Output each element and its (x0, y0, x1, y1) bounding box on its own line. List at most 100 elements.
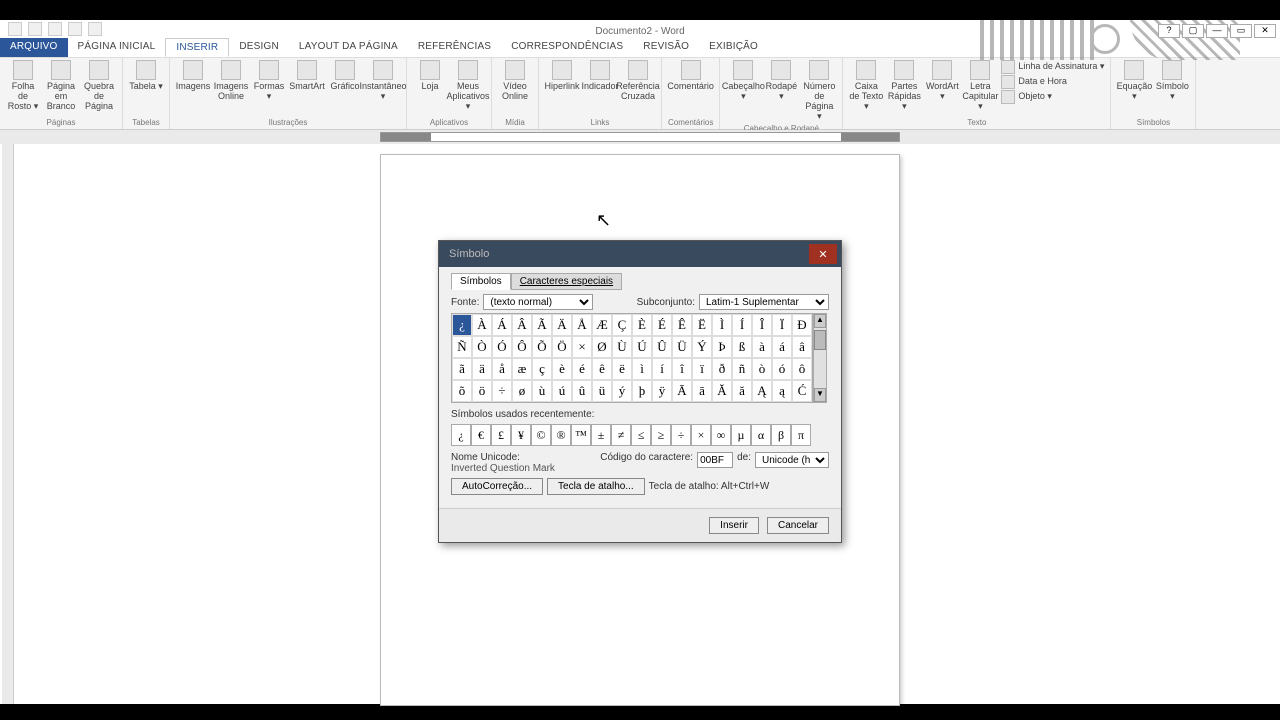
ribbon-button[interactable]: Meus Aplicativos ▾ (451, 60, 485, 112)
character-cell[interactable]: ß (732, 336, 752, 358)
ribbon-button[interactable]: Rodapé ▾ (764, 60, 798, 102)
tab-insert[interactable]: INSERIR (165, 38, 229, 57)
ribbon-button[interactable]: Instantâneo ▾ (366, 60, 400, 102)
character-cell[interactable]: Ć (792, 380, 812, 402)
recent-symbol[interactable]: ¥ (511, 424, 531, 446)
ribbon-button[interactable]: Referência Cruzada (621, 60, 655, 102)
recent-symbol[interactable]: ÷ (671, 424, 691, 446)
shortcut-key-button[interactable]: Tecla de atalho... (547, 478, 645, 495)
character-cell[interactable]: Ù (612, 336, 632, 358)
character-cell[interactable]: ÿ (652, 380, 672, 402)
qat-more-icon[interactable] (88, 22, 102, 36)
dialog-titlebar[interactable]: Símbolo ✕ (439, 241, 841, 267)
character-cell[interactable]: ó (772, 358, 792, 380)
ribbon-button[interactable]: Linha de Assinatura ▾ (1001, 60, 1104, 74)
recent-symbol[interactable]: µ (731, 424, 751, 446)
help-button[interactable]: ? (1158, 24, 1180, 38)
minimize-button[interactable]: — (1206, 24, 1228, 38)
ribbon-button[interactable]: SmartArt (290, 60, 324, 92)
ribbon-button[interactable]: Data e Hora (1001, 75, 1104, 89)
ribbon-button[interactable]: WordArt ▾ (925, 60, 959, 102)
character-cell[interactable]: þ (632, 380, 652, 402)
ribbon-options-button[interactable]: ▢ (1182, 24, 1204, 38)
character-cell[interactable]: õ (452, 380, 472, 402)
recent-symbol[interactable]: © (531, 424, 551, 446)
tab-home[interactable]: PÁGINA INICIAL (68, 38, 166, 57)
character-cell[interactable]: Ý (692, 336, 712, 358)
ribbon-button[interactable]: Vídeo Online (498, 60, 532, 102)
character-code-input[interactable] (697, 452, 733, 468)
character-cell[interactable]: å (492, 358, 512, 380)
character-cell[interactable]: ¿ (452, 314, 472, 336)
tab-view[interactable]: EXIBIÇÃO (699, 38, 768, 57)
scroll-down-icon[interactable]: ▼ (814, 388, 826, 402)
character-cell[interactable]: ù (532, 380, 552, 402)
character-cell[interactable]: ü (592, 380, 612, 402)
tab-symbols[interactable]: Símbolos (451, 273, 511, 290)
save-icon[interactable] (28, 22, 42, 36)
ribbon-button[interactable]: Caixa de Texto ▾ (849, 60, 883, 112)
autocorrect-button[interactable]: AutoCorreção... (451, 478, 543, 495)
tab-design[interactable]: DESIGN (229, 38, 289, 57)
character-cell[interactable]: Á (492, 314, 512, 336)
ribbon-button[interactable]: Loja (413, 60, 447, 92)
character-cell[interactable]: × (572, 336, 592, 358)
character-cell[interactable]: Ă (712, 380, 732, 402)
scroll-up-icon[interactable]: ▲ (814, 314, 826, 328)
recent-symbol[interactable]: × (691, 424, 711, 446)
ribbon-button[interactable]: Tabela ▾ (129, 60, 163, 92)
character-cell[interactable]: ø (512, 380, 532, 402)
character-cell[interactable]: Í (732, 314, 752, 336)
character-cell[interactable]: À (472, 314, 492, 336)
character-cell[interactable]: È (632, 314, 652, 336)
character-cell[interactable]: ò (752, 358, 772, 380)
insert-button[interactable]: Inserir (709, 517, 759, 534)
cancel-button[interactable]: Cancelar (767, 517, 829, 534)
character-cell[interactable]: ï (692, 358, 712, 380)
ribbon-button[interactable]: Comentário (674, 60, 708, 92)
recent-symbol[interactable]: ® (551, 424, 571, 446)
character-cell[interactable]: ô (792, 358, 812, 380)
character-cell[interactable]: Ê (672, 314, 692, 336)
ribbon-button[interactable]: Página em Branco (44, 60, 78, 112)
character-cell[interactable]: ð (712, 358, 732, 380)
close-icon[interactable]: ✕ (809, 244, 837, 264)
character-cell[interactable]: Î (752, 314, 772, 336)
redo-icon[interactable] (68, 22, 82, 36)
recent-symbol[interactable]: ™ (571, 424, 591, 446)
word-icon[interactable] (8, 22, 22, 36)
character-cell[interactable]: Ã (532, 314, 552, 336)
character-cell[interactable]: Ü (672, 336, 692, 358)
recent-symbol[interactable]: ≥ (651, 424, 671, 446)
character-cell[interactable]: Ó (492, 336, 512, 358)
character-cell[interactable]: Ç (612, 314, 632, 336)
character-cell[interactable]: ÷ (492, 380, 512, 402)
tab-review[interactable]: REVISÃO (633, 38, 699, 57)
character-cell[interactable]: ë (612, 358, 632, 380)
recent-symbol[interactable]: ± (591, 424, 611, 446)
ribbon-button[interactable]: Hiperlink (545, 60, 579, 92)
character-cell[interactable]: Ï (772, 314, 792, 336)
character-cell[interactable]: Þ (712, 336, 732, 358)
character-cell[interactable]: í (652, 358, 672, 380)
tab-special-characters[interactable]: Caracteres especiais (511, 273, 622, 290)
recent-symbol[interactable]: β (771, 424, 791, 446)
character-cell[interactable]: è (552, 358, 572, 380)
character-cell[interactable]: ă (732, 380, 752, 402)
recent-symbol[interactable]: ¿ (451, 424, 471, 446)
ribbon-button[interactable]: Imagens (176, 60, 210, 92)
character-cell[interactable]: Ë (692, 314, 712, 336)
character-cell[interactable]: î (672, 358, 692, 380)
ribbon-button[interactable]: Indicador (583, 60, 617, 92)
maximize-button[interactable]: ▭ (1230, 24, 1252, 38)
character-cell[interactable]: à (752, 336, 772, 358)
character-cell[interactable]: Ą (752, 380, 772, 402)
character-cell[interactable]: Ā (672, 380, 692, 402)
character-cell[interactable]: Ú (632, 336, 652, 358)
recent-symbol[interactable]: π (791, 424, 811, 446)
character-cell[interactable]: ä (472, 358, 492, 380)
character-cell[interactable]: Æ (592, 314, 612, 336)
subset-select[interactable]: Latim-1 Suplementar (699, 294, 829, 310)
character-cell[interactable]: ý (612, 380, 632, 402)
recent-symbol[interactable]: ≠ (611, 424, 631, 446)
